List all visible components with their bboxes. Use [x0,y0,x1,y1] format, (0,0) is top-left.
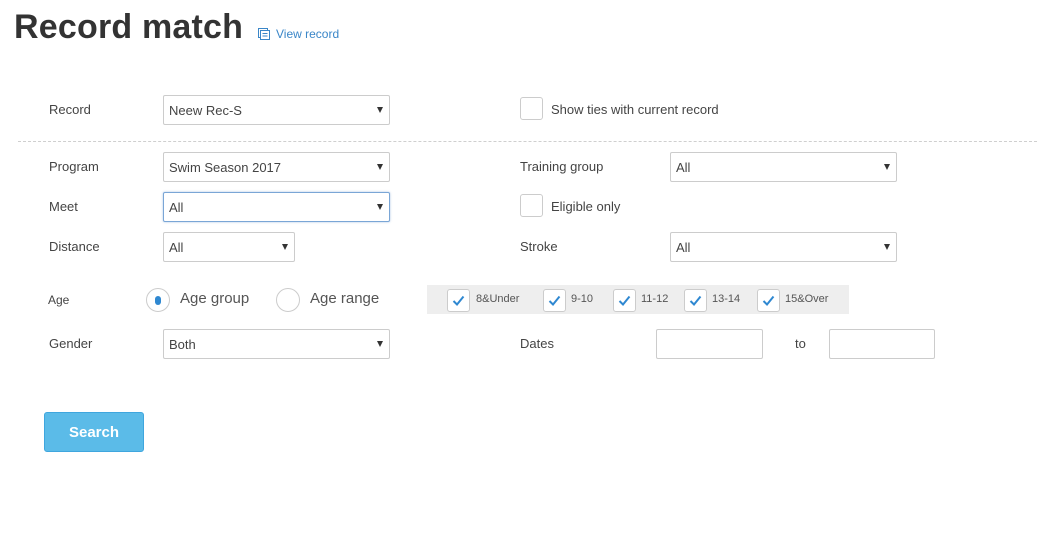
page-title: Record match [14,8,244,46]
meet-label: Meet [49,199,78,214]
program-select-value: Swim Season 2017 [169,159,282,175]
distance-select[interactable]: All [163,232,295,262]
age-group-9-10-label: 9-10 [571,293,594,305]
record-select-value: Neew Rec-S [169,102,242,118]
radio-selected-dot [155,295,161,305]
age-group-15over-checkbox[interactable] [757,289,780,312]
record-select[interactable]: Neew Rec-S [163,95,390,125]
check-icon [618,295,631,306]
check-icon [452,295,465,306]
show-ties-label: Show ties with current record [551,102,719,117]
program-label: Program [49,159,99,174]
age-group-11-12-checkbox[interactable] [613,289,636,312]
chevron-down-icon [282,244,288,250]
age-label: Age [48,293,70,307]
chevron-down-icon [377,341,383,347]
training-group-label: Training group [520,159,604,174]
age-range-radio-label: Age range [310,290,380,307]
chevron-down-icon [377,204,383,210]
training-group-select[interactable]: All [670,152,897,182]
dates-label: Dates [520,336,554,351]
eligible-only-label: Eligible only [551,199,621,214]
check-icon [548,295,561,306]
program-select[interactable]: Swim Season 2017 [163,152,390,182]
meet-select[interactable]: All [163,192,390,222]
dates-to-label: to [795,336,806,351]
age-group-radio-label: Age group [180,290,250,307]
gender-select-value: Both [169,336,196,352]
chevron-down-icon [884,244,890,250]
chevron-down-icon [377,107,383,113]
check-icon [689,295,702,306]
distance-select-value: All [169,239,184,255]
chevron-down-icon [377,164,383,170]
age-group-13-14-label: 13-14 [712,293,741,305]
age-group-8under-checkbox[interactable] [447,289,470,312]
gender-label: Gender [49,336,93,351]
stroke-label: Stroke [520,239,558,254]
meet-select-value: All [169,199,184,215]
search-button[interactable]: Search [44,412,144,452]
date-to-input[interactable] [829,329,935,359]
age-group-9-10-checkbox[interactable] [543,289,566,312]
age-group-13-14-checkbox[interactable] [684,289,707,312]
age-group-11-12-label: 11-12 [641,293,669,305]
age-group-15over-label: 15&Over [785,293,829,305]
age-range-radio[interactable] [276,288,300,312]
chevron-down-icon [884,164,890,170]
date-from-input[interactable] [656,329,763,359]
view-record-label: View record [276,27,340,41]
distance-label: Distance [49,239,100,254]
check-icon [762,295,775,306]
show-ties-checkbox[interactable] [520,97,543,120]
record-icon [258,28,270,40]
age-group-radio[interactable] [146,288,170,312]
stroke-select[interactable]: All [670,232,897,262]
training-group-select-value: All [676,159,691,175]
age-group-8under-label: 8&Under [476,293,520,305]
eligible-only-checkbox[interactable] [520,194,543,217]
record-label: Record [49,102,91,117]
gender-select[interactable]: Both [163,329,390,359]
view-record-link[interactable]: View record [258,26,339,42]
stroke-select-value: All [676,239,691,255]
section-divider [18,141,1037,142]
